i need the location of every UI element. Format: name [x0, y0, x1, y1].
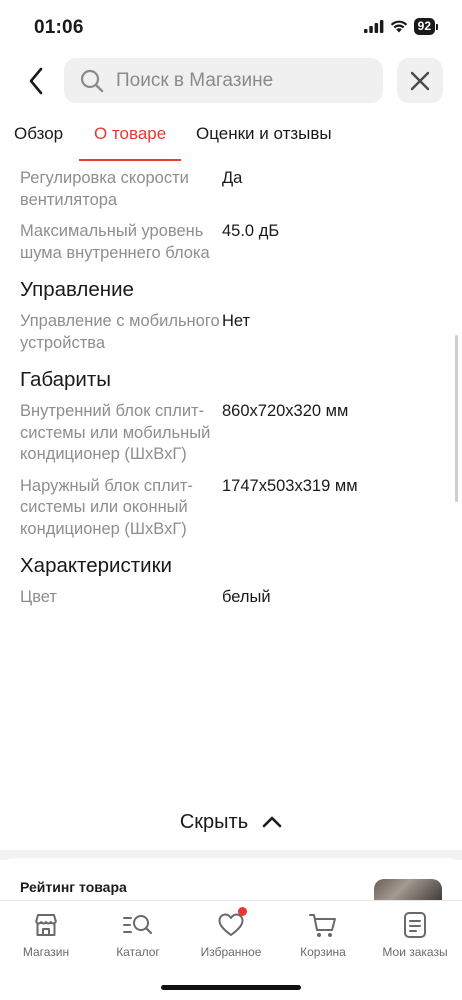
section-title-characteristics: Характеристики [20, 554, 172, 577]
spec-value: 1747x503x319 мм [222, 476, 358, 495]
spec-value: Да [222, 169, 243, 187]
nav-label: Магазин [22, 945, 70, 959]
section-title-dimensions: Габариты [20, 368, 111, 391]
chevron-left-icon [29, 67, 43, 95]
nav-item-favorites[interactable]: Избранное [186, 907, 276, 959]
nav-item-store[interactable]: Магазин [1, 909, 91, 959]
catalog-search-icon [123, 915, 153, 935]
tab-about-product[interactable]: О товаре [94, 124, 166, 144]
spec-row-noise: Максимальный уровень шума внутреннего бл… [0, 221, 462, 264]
spec-label: Внутренний блок сплит-системы или мобиль… [20, 402, 211, 463]
cart-icon [309, 914, 336, 937]
spec-row-mobile-control: Управление с мобильного устройства Нет [0, 311, 462, 354]
spec-row-color: Цвет белый [0, 587, 462, 609]
tab-overview[interactable]: Обзор [14, 124, 63, 144]
notification-dot [238, 907, 247, 916]
back-button[interactable] [20, 64, 52, 98]
search-input[interactable] [116, 69, 366, 92]
search-box[interactable] [64, 58, 383, 103]
orders-icon [404, 912, 426, 938]
product-tabs: Обзор О товаре Оценки и отзывы [0, 116, 462, 162]
spec-label: Управление с мобильного устройства [20, 312, 220, 352]
rating-title: Рейтинг товара [20, 879, 127, 895]
nav-item-orders[interactable]: Мои заказы [370, 909, 460, 959]
nav-label: Корзина [300, 945, 346, 959]
nav-label: Мои заказы [382, 945, 448, 959]
spec-label: Цвет [20, 588, 57, 606]
spec-label: Максимальный уровень шума внутреннего бл… [20, 222, 210, 262]
search-icon [80, 69, 104, 92]
close-button[interactable] [397, 58, 443, 103]
signal-icon [363, 20, 384, 33]
home-indicator [161, 985, 301, 990]
section-title-control: Управление [20, 278, 134, 301]
spec-value: белый [222, 588, 271, 606]
collapse-button[interactable]: Скрыть [0, 804, 462, 840]
nav-label: Избранное [200, 945, 262, 959]
specs-list: Регулировка скорости вентилятора Да Макс… [0, 168, 462, 619]
wifi-icon [390, 20, 407, 33]
nav-item-cart[interactable]: Корзина [278, 909, 368, 959]
spec-row-outdoor-unit: Наружный блок сплит-системы или оконный … [0, 476, 462, 541]
spec-label: Наружный блок сплит-системы или оконный … [20, 476, 193, 538]
battery-indicator: 92 [413, 18, 435, 35]
spec-value: 860x720x320 мм [222, 402, 349, 420]
search-header [0, 58, 462, 104]
status-icons: 92 [363, 18, 438, 35]
status-bar: 01:06 92 [0, 0, 462, 54]
spec-value: 45.0 дБ [222, 222, 280, 240]
status-time: 01:06 [34, 17, 84, 38]
spec-value: Нет [222, 312, 251, 330]
scrollbar-thumb[interactable] [455, 335, 458, 502]
spec-row-fan-speed: Регулировка скорости вентилятора Да [0, 168, 462, 211]
collapse-label: Скрыть [179, 810, 249, 833]
chevron-up-icon [262, 816, 282, 828]
spec-label: Регулировка скорости вентилятора [20, 169, 189, 209]
active-tab-indicator [79, 159, 181, 161]
battery-tip [436, 23, 438, 30]
store-icon [35, 914, 57, 936]
nav-item-catalog[interactable]: Каталог [93, 909, 183, 959]
close-icon [410, 71, 430, 90]
nav-label: Каталог [116, 945, 160, 959]
spec-row-indoor-unit: Внутренний блок сплит-системы или мобиль… [0, 401, 462, 466]
tab-reviews[interactable]: Оценки и отзывы [196, 124, 332, 144]
